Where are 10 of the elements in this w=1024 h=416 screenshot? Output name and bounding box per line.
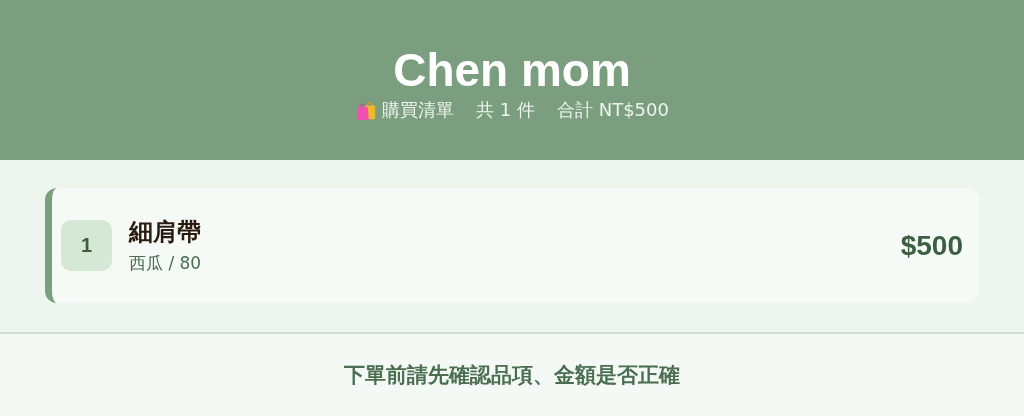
item-price: $500: [900, 229, 963, 262]
item-count: 共 1 件: [476, 98, 535, 122]
item-name: 細肩帶: [129, 217, 202, 248]
item-detail: 西瓜 / 80: [129, 252, 203, 275]
item-number: 1: [61, 220, 112, 271]
shopping-bags-icon: [355, 99, 378, 121]
total-amount: 合計 NT$500: [556, 98, 669, 122]
list-label: 購買清單: [382, 98, 455, 122]
footer-note: 下單前請先確認品項、金額是否正確: [344, 362, 680, 389]
page-title: Chen mom: [393, 44, 631, 96]
